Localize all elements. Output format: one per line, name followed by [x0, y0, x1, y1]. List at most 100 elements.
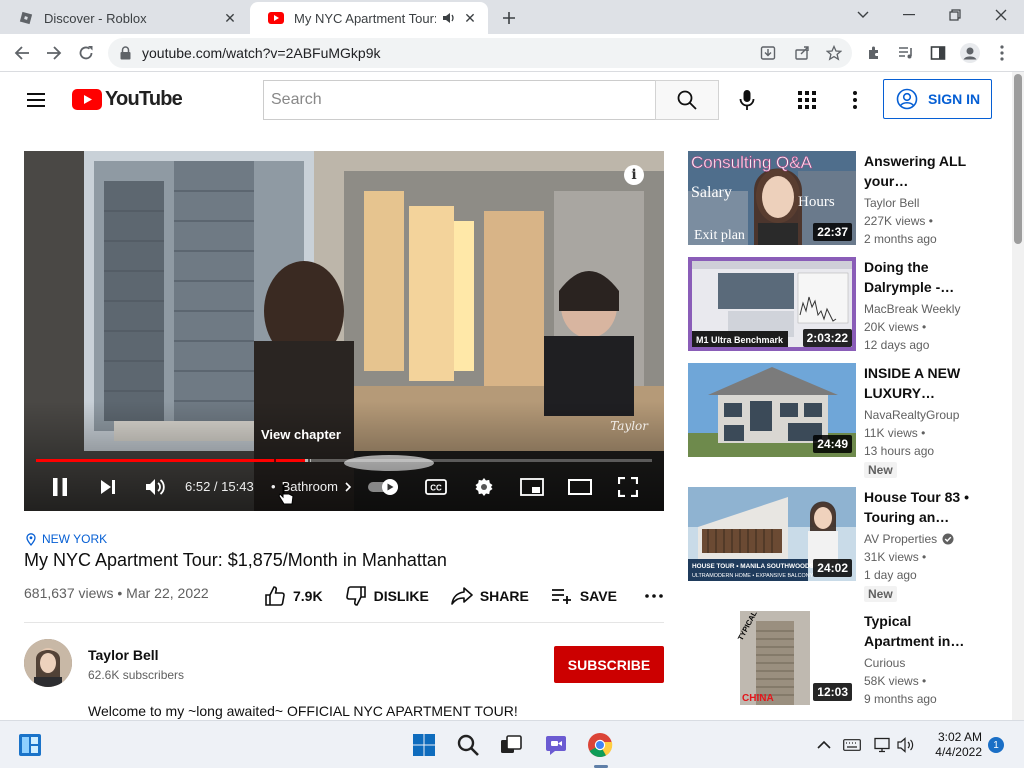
duration-badge: 24:49	[813, 435, 852, 453]
related-video[interactable]: Consulting Q&A Salary Hours Exit plan 22…	[688, 151, 988, 261]
restore-button[interactable]	[932, 0, 978, 30]
settings-more-icon[interactable]	[843, 88, 867, 112]
subtitles-button[interactable]: CC	[424, 475, 448, 499]
widgets-icon[interactable]	[16, 731, 44, 759]
time-separator: /	[210, 479, 222, 494]
scrollbar-thumb[interactable]	[1014, 74, 1022, 244]
tab-discover-roblox[interactable]: Discover - Roblox ✕	[0, 2, 248, 34]
video-player[interactable]: i Taylor View chapter 6:52 / 15:43 • Bat…	[24, 151, 664, 511]
related-channel[interactable]: Curious	[864, 656, 905, 670]
next-button[interactable]	[96, 475, 120, 499]
related-title[interactable]: Answering ALL your…	[864, 151, 982, 191]
share-icon[interactable]	[792, 43, 812, 63]
extensions-puzzle-icon[interactable]	[862, 41, 886, 65]
page-scrollbar[interactable]	[1012, 72, 1024, 720]
related-channel[interactable]: AV Properties	[864, 532, 954, 546]
search-icon[interactable]	[454, 731, 482, 759]
related-video[interactable]: HOUSE TOUR • MANILA SOUTHWOODS ULTRAMODE…	[688, 487, 988, 605]
related-channel[interactable]: Taylor Bell	[864, 196, 919, 210]
chapter-marker	[308, 459, 310, 462]
chrome-icon[interactable]	[586, 731, 614, 759]
close-window-button[interactable]	[978, 0, 1024, 30]
related-video[interactable]: M1 Ultra Benchmark 2:03:22 Doing the Dal…	[688, 257, 988, 367]
search-input[interactable]: Search	[263, 80, 656, 120]
channel-name[interactable]: Taylor Bell	[88, 647, 159, 663]
save-button[interactable]: SAVE	[551, 587, 617, 605]
search-button[interactable]	[655, 80, 719, 120]
video-views-date: 681,637 views • Mar 22, 2022	[24, 585, 209, 601]
thumbnail-caption: Hours	[798, 194, 835, 210]
miniplayer-button[interactable]	[520, 475, 544, 499]
related-views: 58K views •	[864, 674, 927, 688]
fullscreen-button[interactable]	[616, 475, 640, 499]
info-icon[interactable]: i	[624, 165, 644, 185]
system-clock[interactable]: 3:02 AM 4/4/2022	[928, 730, 982, 760]
install-app-icon[interactable]	[758, 43, 778, 63]
forward-arrow-icon[interactable]	[42, 41, 66, 65]
duration-badge: 2:03:22	[802, 329, 852, 347]
channel-avatar[interactable]	[24, 639, 72, 687]
browser-menu-icon[interactable]	[990, 41, 1014, 65]
related-title[interactable]: Doing the Dalrymple -…	[864, 257, 982, 297]
start-button-icon[interactable]	[410, 731, 438, 759]
close-icon[interactable]: ✕	[460, 8, 480, 28]
chat-icon[interactable]	[542, 731, 570, 759]
closed-captions-icon: CC	[425, 479, 447, 495]
close-icon[interactable]: ✕	[220, 8, 240, 28]
roblox-icon	[18, 10, 34, 26]
autoplay-toggle[interactable]	[368, 479, 402, 495]
back-arrow-icon[interactable]	[10, 41, 34, 65]
like-button[interactable]: 7.9K	[264, 585, 323, 607]
related-title[interactable]: INSIDE A NEW LUXURY…	[864, 363, 982, 403]
related-video[interactable]: 24:49 INSIDE A NEW LUXURY… NavaRealtyGro…	[688, 363, 988, 481]
svg-text:CC: CC	[430, 484, 442, 493]
task-view-icon[interactable]	[497, 731, 525, 759]
video-thumbnail[interactable]: 24:49	[688, 363, 856, 457]
new-tab-button[interactable]	[498, 7, 520, 29]
related-title[interactable]: House Tour 83 • Touring an…	[864, 487, 982, 527]
related-channel[interactable]: NavaRealtyGroup	[864, 408, 959, 422]
video-thumbnail[interactable]: TYPICAL APARTMENT IN CHINA 12:03	[688, 611, 856, 705]
video-thumbnail[interactable]: HOUSE TOUR • MANILA SOUTHWOODS ULTRAMODE…	[688, 487, 856, 581]
share-button[interactable]: SHARE	[451, 586, 529, 606]
tab-search-icon[interactable]	[840, 0, 886, 30]
more-horizontal-icon	[645, 594, 663, 598]
theater-mode-button[interactable]	[568, 475, 592, 499]
microphone-icon[interactable]	[733, 86, 761, 114]
more-actions-button[interactable]	[645, 594, 663, 598]
minimize-button[interactable]	[886, 0, 932, 30]
chevron-up-icon[interactable]	[810, 731, 838, 759]
volume-button[interactable]	[143, 475, 167, 499]
video-thumbnail[interactable]: Consulting Q&A Salary Hours Exit plan 22…	[688, 151, 856, 245]
video-description[interactable]: Welcome to my ~long awaited~ OFFICIAL NY…	[88, 703, 518, 719]
tab-title: Discover - Roblox	[44, 10, 147, 26]
progress-bar[interactable]	[36, 459, 652, 462]
youtube-logo[interactable]: YouTube	[72, 88, 183, 111]
related-title[interactable]: Typical Apartment in…	[864, 611, 982, 651]
subscribe-button[interactable]: SUBSCRIBE	[554, 646, 664, 683]
notification-badge[interactable]: 1	[988, 737, 1004, 753]
tab-youtube[interactable]: My NYC Apartment Tour: $1,875/Month in M…	[250, 2, 488, 34]
side-panel-icon[interactable]	[926, 41, 950, 65]
bookmark-star-icon[interactable]	[824, 43, 844, 63]
reload-icon[interactable]	[74, 41, 98, 65]
keyboard-icon[interactable]	[838, 731, 866, 759]
related-channel[interactable]: MacBreak Weekly	[864, 302, 960, 316]
video-thumbnail[interactable]: M1 Ultra Benchmark 2:03:22	[688, 257, 856, 351]
dislike-button[interactable]: DISLIKE	[345, 585, 429, 607]
hamburger-menu-icon[interactable]	[24, 88, 48, 112]
apps-grid-icon[interactable]	[795, 88, 819, 112]
lock-icon[interactable]	[120, 46, 131, 60]
settings-button[interactable]	[472, 475, 496, 499]
new-badge: New	[864, 462, 897, 478]
sign-in-button[interactable]: SIGN IN	[883, 79, 992, 119]
pause-button[interactable]	[48, 475, 72, 499]
related-video[interactable]: TYPICAL APARTMENT IN CHINA 12:03 Typical…	[688, 611, 988, 711]
volume-icon[interactable]	[892, 731, 920, 759]
related-age: 2 months ago	[864, 232, 937, 246]
speaker-icon[interactable]	[442, 11, 456, 25]
address-bar[interactable]: youtube.com/watch?v=2ABFuMGkp9k	[108, 38, 852, 68]
profile-avatar-icon[interactable]	[958, 41, 982, 65]
location-link[interactable]: NEW YORK	[26, 532, 107, 546]
media-controls-icon[interactable]	[894, 41, 918, 65]
